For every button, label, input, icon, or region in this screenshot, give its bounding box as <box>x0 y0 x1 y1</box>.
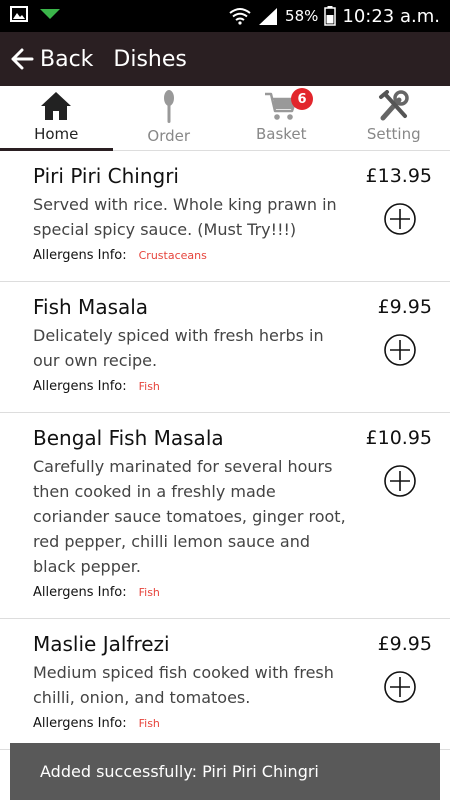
tools-icon <box>378 90 409 121</box>
allergens-label: Allergens Info: <box>33 716 127 731</box>
allergens-label: Allergens Info: <box>33 379 127 394</box>
dish-price: £10.95 <box>365 427 432 449</box>
wifi-icon <box>229 8 251 25</box>
add-to-basket-button[interactable] <box>384 671 416 703</box>
battery-percent: 58% <box>285 7 319 25</box>
allergens-value: Crustaceans <box>138 249 207 262</box>
allergens-value: Fish <box>138 380 160 393</box>
dish-list: Piri Piri Chingri Served with rice. Whol… <box>0 151 450 750</box>
dish-item: Bengal Fish Masala Carefully marinated f… <box>0 413 450 619</box>
allergens-label: Allergens Info: <box>33 585 127 600</box>
gallery-notification-icon <box>10 6 28 22</box>
back-label: Back <box>40 46 94 72</box>
tab-basket-label: Basket <box>255 125 307 143</box>
home-icon <box>41 92 72 120</box>
allergens-value: Fish <box>138 586 160 599</box>
battery-icon <box>324 6 337 26</box>
toast-notification: Added successfully: Piri Piri Chingri <box>10 743 440 800</box>
signal-icon <box>259 8 278 25</box>
dish-description: Medium spiced fish cooked with fresh chi… <box>33 663 334 707</box>
dish-description: Delicately spiced with fresh herbs in ou… <box>33 326 324 370</box>
tab-setting-label: Setting <box>366 125 421 143</box>
tab-order-label: Order <box>147 127 191 145</box>
dish-item: Maslie Jalfrezi Medium spiced fish cooke… <box>0 619 450 750</box>
dish-description: Carefully marinated for several hours th… <box>33 457 346 576</box>
allergens-value: Fish <box>138 717 160 730</box>
tab-bar: Home Order 6 Basket Setting <box>0 86 450 151</box>
add-to-basket-button[interactable] <box>384 203 416 235</box>
dish-item: Piri Piri Chingri Served with rice. Whol… <box>0 151 450 282</box>
dish-price: £9.95 <box>377 633 432 655</box>
add-to-basket-button[interactable] <box>384 334 416 366</box>
dish-price: £9.95 <box>377 296 432 318</box>
allergens-label: Allergens Info: <box>33 248 127 263</box>
tab-setting[interactable]: Setting <box>338 86 450 150</box>
back-arrow-icon <box>11 48 34 70</box>
download-notification-icon <box>40 9 60 19</box>
tab-home[interactable]: Home <box>0 86 113 151</box>
back-button[interactable]: Back <box>0 32 93 86</box>
dish-item: Fish Masala Delicately spiced with fresh… <box>0 282 450 413</box>
toast-message: Added successfully: Piri Piri Chingri <box>40 762 319 781</box>
add-to-basket-button[interactable] <box>384 465 416 497</box>
spoon-icon <box>163 90 174 123</box>
app-bar: Back Dishes <box>0 32 450 86</box>
dish-description: Served with rice. Whole king prawn in sp… <box>33 195 337 239</box>
basket-count-badge: 6 <box>291 88 313 110</box>
tab-order[interactable]: Order <box>113 86 226 150</box>
tab-basket[interactable]: 6 Basket <box>225 86 338 150</box>
page-title: Dishes <box>113 46 187 72</box>
clock: 10:23 a.m. <box>342 5 440 27</box>
tab-home-label: Home <box>34 125 79 143</box>
status-bar: 58% 10:23 a.m. <box>0 0 450 32</box>
dish-price: £13.95 <box>365 165 432 187</box>
